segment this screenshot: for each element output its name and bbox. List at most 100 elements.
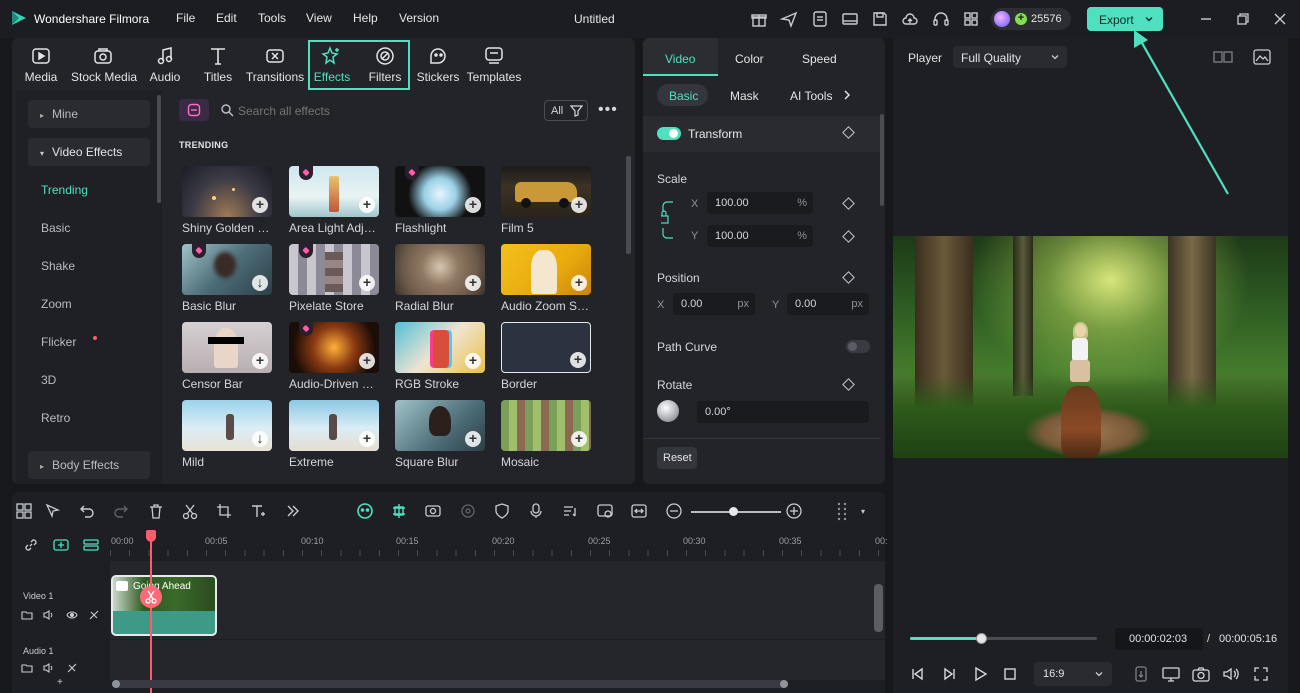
stop-icon[interactable] [1001,665,1019,683]
keyframe-diamond-icon[interactable] [842,271,855,284]
previous-frame-icon[interactable] [909,665,927,683]
snapshot-image-icon[interactable] [1252,48,1272,66]
auto-sync-icon[interactable] [424,502,442,520]
effect-card[interactable]: ↓ Mild [182,400,272,469]
snap-icon[interactable] [390,502,408,520]
sidebar-mine[interactable]: ▸ Mine [28,100,150,128]
playback-progress-track[interactable] [910,633,1097,644]
zoom-in-icon[interactable] [785,502,803,520]
video-clip[interactable]: Going Ahead [111,575,217,636]
reset-button[interactable]: Reset [657,447,697,469]
add-video-track-icon[interactable] [52,538,70,552]
props-scrollbar[interactable] [880,114,884,206]
scissors-icon[interactable] [181,502,199,520]
link-icon[interactable] [23,537,39,553]
sidebar-scrollbar[interactable] [157,95,161,203]
add-icon[interactable]: + [359,197,375,213]
layout-icon[interactable] [841,10,859,28]
mark-in-icon[interactable] [1133,665,1149,683]
video-preview[interactable] [893,236,1288,458]
effect-card[interactable]: + Square Blur [395,400,485,469]
more-options-icon[interactable]: ••• [598,101,618,119]
link-lock-icon[interactable] [661,198,675,242]
sidebar-item-basic[interactable]: Basic [28,214,150,242]
keyframe-diamond-icon[interactable] [842,230,855,243]
zoom-slider[interactable] [691,507,781,516]
toolbar-transitions[interactable]: Transitions [245,42,305,88]
toolbar-titles[interactable]: Titles [190,42,246,88]
tab-speed[interactable]: Speed [802,52,837,66]
save-icon[interactable] [871,10,889,28]
select-pointer-icon[interactable] [44,502,62,520]
current-time-field[interactable]: 00:00:02:03 [1115,628,1203,650]
speaker-icon[interactable] [43,662,55,674]
effect-card[interactable]: + RGB Stroke [395,322,485,391]
fit-timeline-icon[interactable] [630,502,648,520]
add-icon[interactable]: + [359,353,375,369]
cloud-upload-icon[interactable] [901,10,919,28]
aspect-ratio-dropdown[interactable]: 16:9 [1034,662,1112,686]
split-scissors-icon[interactable] [140,586,162,608]
mute-track-icon[interactable] [88,609,100,621]
effect-card[interactable]: + Film 5 [501,166,591,235]
add-icon[interactable]: + [252,197,268,213]
sidebar-item-flicker[interactable]: Flicker [28,328,150,356]
menu-edit[interactable]: Edit [216,11,237,25]
effect-card[interactable]: + Extreme [289,400,379,469]
effect-card[interactable]: + Area Light Adjust [289,166,379,235]
toolbar-audio[interactable]: Audio [137,42,193,88]
effect-card[interactable]: + Mosaic [501,400,591,469]
subtab-ai-tools[interactable]: AI Tools [790,89,832,103]
chevron-right-icon[interactable] [841,88,853,102]
path-curve-toggle[interactable] [846,340,870,353]
sidebar-item-retro[interactable]: Retro [28,404,150,432]
toolbar-stock-media[interactable]: Stock Media [71,42,137,88]
tab-color[interactable]: Color [735,52,764,66]
sidebar-item-3d[interactable]: 3D [28,366,150,394]
position-x-input[interactable]: 0.00 px [673,293,755,315]
effect-card[interactable]: + Shiny Golden O... [182,166,272,235]
add-icon[interactable]: + [465,431,481,447]
video-track[interactable] [110,561,885,639]
sidebar-item-trending[interactable]: Trending [28,176,150,204]
add-icon[interactable]: + [571,431,587,447]
rotate-dial[interactable] [657,400,679,422]
display-icon[interactable] [1161,665,1181,683]
menu-tools[interactable]: Tools [258,11,286,25]
add-icon[interactable]: + [252,353,268,369]
timeline-horizontal-scrollbar[interactable] [112,680,788,688]
subtab-basic[interactable]: Basic [657,84,708,106]
send-icon[interactable] [780,10,798,28]
camera-icon[interactable] [1191,665,1211,683]
effect-card[interactable]: + Flashlight [395,166,485,235]
microphone-icon[interactable] [527,502,545,520]
folder-icon[interactable] [21,609,33,621]
menu-version[interactable]: Version [399,11,439,25]
download-icon[interactable]: ↓ [252,275,268,291]
effect-card[interactable]: + Pixelate Store [289,244,379,313]
play-icon[interactable] [971,665,989,683]
download-icon[interactable]: ↓ [252,431,268,447]
drag-handle-icon[interactable] [835,501,849,521]
crop-icon[interactable] [215,502,233,520]
caret-down-icon[interactable]: ▾ [861,507,865,516]
toolbar-templates[interactable]: Templates [466,42,522,88]
mute-track-icon[interactable] [66,662,78,674]
menu-file[interactable]: File [176,11,195,25]
add-icon[interactable]: + [571,275,587,291]
effects-scrollbar[interactable] [626,156,631,254]
layout-grid-icon[interactable] [15,502,33,520]
ai-mate-icon[interactable] [356,502,374,520]
sidebar-item-shake[interactable]: Shake [28,252,150,280]
menu-view[interactable]: View [306,11,332,25]
redo-icon[interactable] [112,502,130,520]
rotate-input[interactable]: 0.00° [697,401,869,423]
more-tools-icon[interactable] [284,502,302,520]
add-icon[interactable]: + [359,431,375,447]
effect-card[interactable]: + Censor Bar [182,322,272,391]
render-preview-icon[interactable] [596,502,614,520]
credits-badge[interactable]: + 25576 [991,8,1071,30]
filter-dropdown[interactable]: All [544,100,588,121]
toolbar-filters[interactable]: Filters [357,42,413,88]
effect-card[interactable]: + Radial Blur [395,244,485,313]
